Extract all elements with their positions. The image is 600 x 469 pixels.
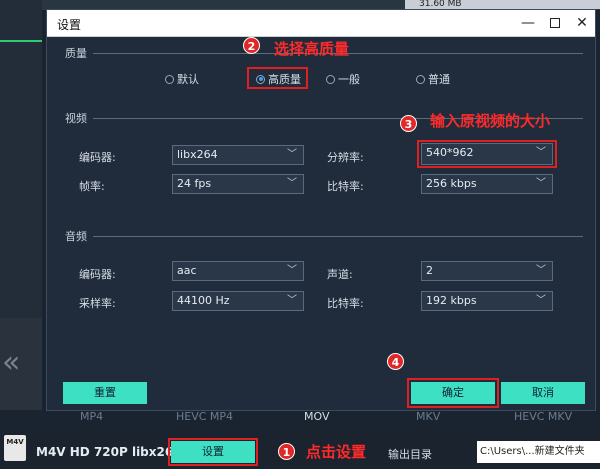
bottom-bar: M4V M4V HD 720P libx264 设置 1 点击设置 输出目录 C… — [0, 426, 600, 469]
chevron-down-icon: ﹀ — [536, 178, 546, 189]
annotation-2-badge: 2 — [243, 37, 260, 54]
audio-encoder-label: 编码器: — [79, 268, 116, 281]
cancel-button[interactable]: 取消 — [501, 382, 585, 404]
dialog-title: 设置 — [57, 18, 82, 32]
video-bitrate-value: 256 kbps — [426, 177, 477, 190]
quality-option-common[interactable]: 普通 — [416, 71, 450, 87]
dialog-titlebar: 设置 — ✕ — [47, 10, 595, 37]
tab-mov[interactable]: MOV — [304, 410, 329, 423]
samplerate-value: 44100 Hz — [177, 294, 230, 307]
annotation-3-badge: 3 — [400, 115, 417, 132]
chevron-down-icon: ﹀ — [536, 265, 546, 276]
chevron-down-icon: ﹀ — [287, 178, 297, 189]
chevron-down-icon: ﹀ — [287, 295, 297, 306]
output-format-label: M4V HD 720P libx264 — [36, 445, 182, 459]
tab-hevc-mkv[interactable]: HEVC MKV — [514, 410, 572, 423]
audio-encoder-select[interactable]: aac ﹀ — [172, 261, 304, 281]
annotation-1-text: 点击设置 — [306, 443, 367, 461]
tab-mp4[interactable]: MP4 — [80, 410, 103, 423]
settings-dialog: 设置 — ✕ 质量 默认 高质量 一般 普通 视频 编码器: libx264 ﹀… — [46, 9, 596, 411]
video-bitrate-select[interactable]: 256 kbps ﹀ — [421, 174, 553, 194]
quality-option-label: 默认 — [177, 73, 199, 86]
channel-label: 声道: — [327, 268, 353, 281]
m4v-file-icon: M4V — [4, 435, 26, 461]
chevron-down-icon: ﹀ — [536, 295, 546, 306]
audio-bitrate-value: 192 kbps — [426, 294, 477, 307]
resolution-label: 分辨率: — [327, 151, 364, 164]
close-button[interactable]: ✕ — [569, 12, 595, 34]
annotation-4-badge: 4 — [387, 353, 404, 370]
background-accent-line — [0, 40, 42, 42]
chevron-down-icon: ﹀ — [287, 149, 297, 160]
highlight-ok — [407, 378, 499, 408]
highlight-settings — [168, 438, 258, 466]
video-encoder-select[interactable]: libx264 ﹀ — [172, 145, 304, 165]
annotation-2-text: 选择高质量 — [274, 40, 350, 58]
tab-hevc-mp4[interactable]: HEVC MP4 — [176, 410, 233, 423]
maximize-button[interactable] — [542, 12, 568, 34]
quality-option-normal[interactable]: 一般 — [326, 71, 360, 87]
radio-icon — [416, 74, 425, 84]
framerate-value: 24 fps — [177, 177, 212, 190]
samplerate-select[interactable]: 44100 Hz ﹀ — [172, 291, 304, 311]
file-size-chip: 31.60 MB — [405, 0, 600, 9]
radio-icon — [165, 74, 174, 84]
output-directory-label: 输出目录 — [388, 448, 432, 461]
reset-button[interactable]: 重置 — [63, 382, 147, 404]
framerate-select[interactable]: 24 fps ﹀ — [172, 174, 304, 194]
channel-value: 2 — [426, 264, 433, 277]
audio-bitrate-select[interactable]: 192 kbps ﹀ — [421, 291, 553, 311]
output-path-field[interactable]: C:\Users\...新建文件夹 — [477, 441, 600, 463]
minimize-button[interactable]: — — [515, 12, 541, 34]
annotation-1-badge: 1 — [278, 443, 295, 460]
audio-bitrate-label: 比特率: — [327, 297, 364, 310]
audio-encoder-value: aac — [177, 264, 197, 277]
annotation-3-text: 输入原视频的大小 — [430, 112, 551, 130]
quality-option-label: 普通 — [428, 73, 450, 86]
framerate-label: 帧率: — [79, 180, 105, 193]
quality-option-default[interactable]: 默认 — [165, 71, 199, 87]
maximize-icon — [550, 18, 560, 28]
chevron-down-icon: ﹀ — [287, 265, 297, 276]
video-encoder-label: 编码器: — [79, 151, 116, 164]
audio-section-label: 音频 — [65, 230, 87, 243]
collapse-left-icon[interactable]: « — [2, 345, 20, 380]
highlight-quality-high — [247, 67, 308, 89]
video-section-label: 视频 — [65, 112, 87, 125]
highlight-resolution — [417, 140, 557, 168]
video-encoder-value: libx264 — [177, 148, 218, 161]
format-tabs: MP4 HEVC MP4 MOV MKV HEVC MKV — [60, 410, 600, 426]
samplerate-label: 采样率: — [79, 297, 116, 310]
audio-divider — [93, 236, 583, 237]
quality-section-label: 质量 — [65, 47, 87, 60]
video-bitrate-label: 比特率: — [327, 180, 364, 193]
radio-icon — [326, 74, 335, 84]
channel-select[interactable]: 2 ﹀ — [421, 261, 553, 281]
tab-mkv[interactable]: MKV — [416, 410, 440, 423]
quality-option-label: 一般 — [338, 73, 360, 86]
